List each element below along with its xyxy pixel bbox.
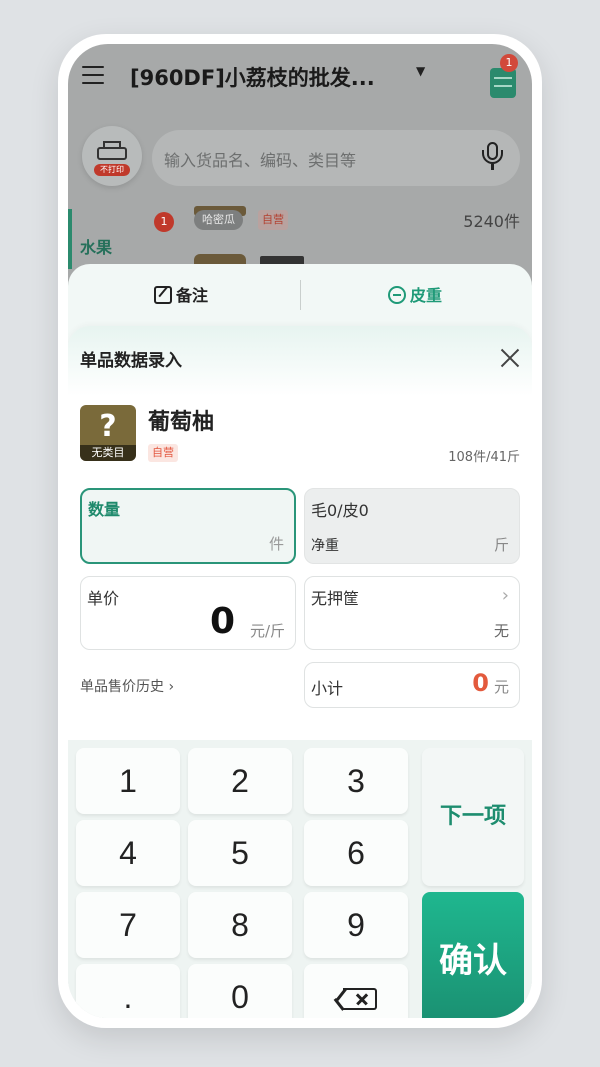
key-5[interactable]: 5 xyxy=(188,820,292,886)
cart-badge: 1 xyxy=(500,54,518,72)
image-caption: 无类目 xyxy=(80,445,136,461)
printer-icon xyxy=(97,141,127,165)
price-history-link[interactable]: 单品售价历史 › xyxy=(80,676,174,696)
product-name: 葡萄柚 xyxy=(148,410,215,435)
row-count-badge: 1 xyxy=(154,212,174,232)
scale-icon xyxy=(388,286,406,304)
cart-icon[interactable]: 1 xyxy=(488,54,518,98)
self-operated-tag: 自营 xyxy=(148,444,178,462)
key-dot[interactable]: . xyxy=(76,964,180,1018)
tab-tare-label: 皮重 xyxy=(410,286,443,305)
printer-button[interactable]: 不打印 xyxy=(82,126,142,186)
panel-title: 单品数据录入 xyxy=(80,351,182,371)
weight-unit: 斤 xyxy=(493,536,509,554)
confirm-button[interactable]: 确认 xyxy=(422,892,524,1018)
product-stock: 108件/41斤 xyxy=(448,450,520,465)
top-bar: [960DF]小荔枝的批发... ▼ 1 xyxy=(68,44,532,114)
microphone-icon[interactable] xyxy=(480,142,504,174)
backspace-button[interactable] xyxy=(304,964,408,1018)
store-title[interactable]: [960DF]小荔枝的批发... xyxy=(130,62,375,92)
basket-value: 无 xyxy=(493,622,509,640)
self-operated-tag: 自营 xyxy=(258,210,288,230)
tab-note[interactable]: 备注 xyxy=(154,282,208,306)
key-1[interactable]: 1 xyxy=(76,748,180,814)
caret-down-icon[interactable]: ▼ xyxy=(416,64,425,78)
app-screen: [960DF]小荔枝的批发... ▼ 1 不打印 输入货品名、编码、类目等 水果… xyxy=(68,44,532,1018)
subtotal-label: 小计 xyxy=(311,679,344,698)
key-3[interactable]: 3 xyxy=(304,748,408,814)
subtotal-field: 小计 0 元 xyxy=(304,662,520,708)
bottom-sheet: 备注 皮重 单品数据录入 ? 无类目 葡萄柚 自营 108件/41斤 数量 件 … xyxy=(68,264,532,1018)
key-4[interactable]: 4 xyxy=(76,820,180,886)
printer-status-tag: 不打印 xyxy=(94,164,130,176)
key-6[interactable]: 6 xyxy=(304,820,408,886)
deposit-basket-select[interactable]: 无押筐 › 无 xyxy=(304,576,520,650)
menu-icon[interactable] xyxy=(82,66,104,84)
numeric-keypad: 1 2 3 4 5 6 7 8 9 . 0 下一项 确认 xyxy=(68,740,532,1018)
tab-note-label: 备注 xyxy=(176,286,209,305)
edit-icon xyxy=(154,286,172,304)
unit-price-unit: 元/斤 xyxy=(249,622,285,640)
unit-price-value: 0 xyxy=(209,601,235,642)
product-image: ? 无类目 xyxy=(80,405,136,461)
key-0[interactable]: 0 xyxy=(188,964,292,1018)
product-stock: 5240件 xyxy=(463,212,520,231)
gross-weight-field[interactable]: 毛0/皮0 净重 斤 xyxy=(304,488,520,564)
key-2[interactable]: 2 xyxy=(188,748,292,814)
quantity-unit: 件 xyxy=(268,535,284,553)
chevron-right-icon: › xyxy=(164,679,175,695)
chevron-right-icon: › xyxy=(501,585,509,606)
sheet-tabs: 备注 皮重 xyxy=(68,264,532,326)
price-history-label: 单品售价历史 xyxy=(80,679,164,695)
entry-panel: 单品数据录入 ? 无类目 葡萄柚 自营 108件/41斤 数量 件 毛0/皮0 … xyxy=(68,326,532,1018)
unit-price-label: 单价 xyxy=(87,589,120,608)
tab-tare[interactable]: 皮重 xyxy=(388,282,442,306)
key-7[interactable]: 7 xyxy=(76,892,180,958)
subtotal-unit: 元 xyxy=(493,678,509,696)
next-item-button[interactable]: 下一项 xyxy=(422,748,524,886)
category-item-fruit[interactable]: 水果 xyxy=(80,234,112,258)
quantity-label: 数量 xyxy=(88,500,121,519)
tab-divider xyxy=(300,280,301,310)
key-9[interactable]: 9 xyxy=(304,892,408,958)
unit-price-field[interactable]: 单价 0 元/斤 xyxy=(80,576,296,650)
question-mark-icon: ? xyxy=(99,409,117,444)
quantity-field[interactable]: 数量 件 xyxy=(80,488,296,564)
basket-label: 无押筐 xyxy=(311,589,360,608)
subtotal-value: 0 xyxy=(472,669,489,697)
search-placeholder: 输入货品名、编码、类目等 xyxy=(164,151,357,170)
backspace-icon xyxy=(334,987,377,1011)
product-name-pill: 哈密瓜 xyxy=(194,210,243,230)
cart-body xyxy=(490,68,516,98)
close-icon[interactable] xyxy=(500,348,520,368)
gross-tare-label: 毛0/皮0 xyxy=(311,501,369,520)
search-input[interactable]: 输入货品名、编码、类目等 xyxy=(152,130,520,186)
key-8[interactable]: 8 xyxy=(188,892,292,958)
net-weight-label: 净重 xyxy=(311,538,339,554)
category-active-bar xyxy=(68,209,72,269)
phone-frame: [960DF]小荔枝的批发... ▼ 1 不打印 输入货品名、编码、类目等 水果… xyxy=(58,34,542,1028)
